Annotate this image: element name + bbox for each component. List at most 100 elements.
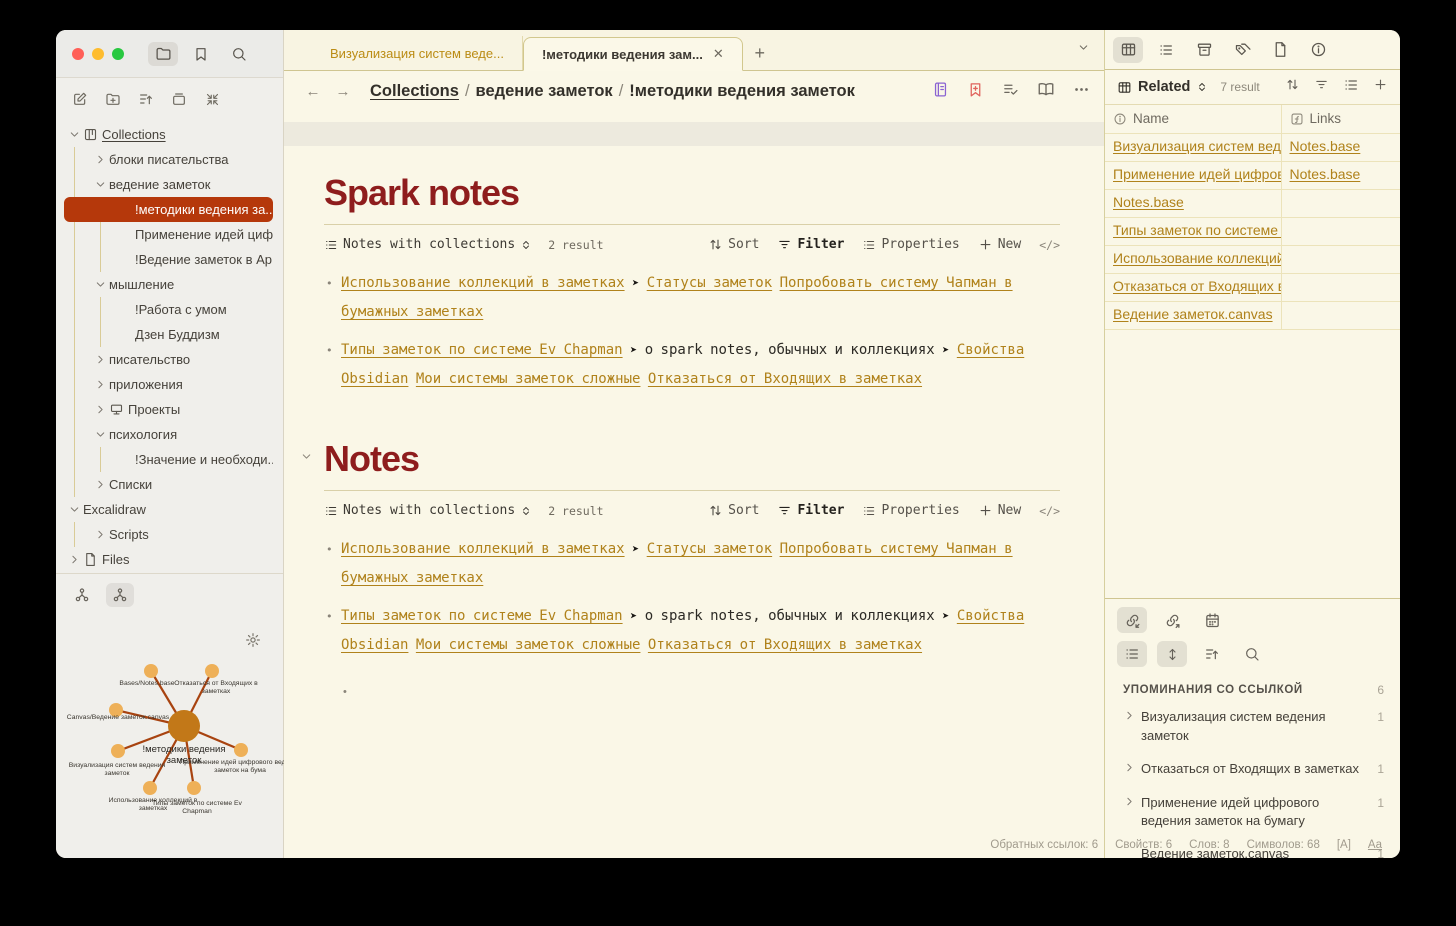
graph-node[interactable] <box>143 781 157 795</box>
tree-chevron[interactable] <box>92 528 109 541</box>
card-layout-button[interactable] <box>167 87 191 111</box>
bookmark-add-button[interactable] <box>967 81 984 103</box>
bookmarks-ribbon-button[interactable] <box>186 42 216 66</box>
more-options-button[interactable] <box>1073 81 1090 103</box>
backlink-chevron[interactable] <box>1123 708 1141 746</box>
tree-item[interactable]: !Значение и необходи... <box>64 447 273 472</box>
graph-node[interactable] <box>144 664 158 678</box>
tree-item[interactable]: Дзен Буддизм <box>64 322 273 347</box>
tree-chevron[interactable] <box>92 378 109 391</box>
tree-chevron[interactable] <box>92 403 109 416</box>
related-filter-button[interactable] <box>1314 77 1329 97</box>
new-folder-button[interactable] <box>101 87 125 111</box>
zoom-window-button[interactable] <box>112 47 124 60</box>
sort-button[interactable]: Sort <box>708 237 759 252</box>
minimize-window-button[interactable] <box>92 47 104 60</box>
tree-item[interactable]: психология <box>64 422 273 447</box>
new-note-button[interactable] <box>68 87 92 111</box>
notebook-button[interactable] <box>932 81 949 103</box>
note-link[interactable]: Использование коллекций в заметках <box>341 541 625 557</box>
note-link[interactable]: Использование коллекций в заметках <box>1113 250 1281 266</box>
tree-item[interactable]: Scripts <box>64 522 273 547</box>
note-link[interactable]: Отказаться от Входящих в заметках <box>648 371 922 387</box>
base-view-tab[interactable] <box>1113 36 1143 63</box>
tags-tab[interactable] <box>1227 37 1257 63</box>
filter-button[interactable]: Filter <box>777 503 844 518</box>
note-link[interactable]: Отказаться от Входящих в заметках <box>648 637 922 653</box>
breadcrumb-folder[interactable]: ведение заметок <box>476 82 613 100</box>
tree-item[interactable]: Применение идей циф... <box>64 222 273 247</box>
tab-methods-active[interactable]: !методики ведения зам... ✕ <box>522 37 743 71</box>
tab-list-chevron-icon[interactable] <box>1077 41 1090 59</box>
backlink-item[interactable]: Визуализация систем ведения заметок 1 <box>1105 701 1400 753</box>
info-tab[interactable] <box>1303 37 1333 63</box>
back-button[interactable]: ← <box>302 83 324 100</box>
query-source-button[interactable]: Notes with collections <box>324 503 532 518</box>
note-link[interactable]: Мои системы заметок сложные <box>416 637 641 653</box>
task-list-button[interactable] <box>1002 81 1019 103</box>
breadcrumb-note[interactable]: !методики ведения заметок <box>629 82 855 100</box>
search-ribbon-button[interactable] <box>224 42 254 66</box>
chevron-updown-icon[interactable] <box>1196 81 1208 93</box>
breadcrumb-root[interactable]: Collections <box>370 82 459 100</box>
note-link[interactable]: Типы заметок по системе Ev Chapman <box>1113 222 1281 238</box>
tree-item[interactable]: мышление <box>64 272 273 297</box>
column-header-name[interactable]: Name <box>1105 105 1281 134</box>
tree-item[interactable]: приложения <box>64 372 273 397</box>
tree-item[interactable]: писательство <box>64 347 273 372</box>
close-window-button[interactable] <box>72 47 84 60</box>
note-link[interactable]: Notes.base <box>1290 166 1361 182</box>
tree-item[interactable]: Списки <box>64 472 273 497</box>
code-view-button[interactable]: </> <box>1039 238 1060 252</box>
archive-tab[interactable] <box>1189 37 1219 63</box>
tree-item[interactable]: !Работа с умом <box>64 297 273 322</box>
tree-item[interactable]: Excalidraw <box>64 497 273 522</box>
backlinks-tab[interactable] <box>1117 607 1147 633</box>
tree-chevron[interactable] <box>66 128 83 141</box>
properties-button[interactable]: Properties <box>862 237 960 252</box>
graph-center-node[interactable] <box>168 710 200 742</box>
note-link[interactable]: Использование коллекций в заметках <box>341 275 625 291</box>
tree-chevron[interactable] <box>92 353 109 366</box>
backlink-chevron[interactable] <box>1123 760 1141 780</box>
backlink-item[interactable]: Отказаться от Входящих в заметках 1 <box>1105 753 1400 787</box>
tree-chevron[interactable] <box>92 278 109 291</box>
tree-item[interactable]: Проекты <box>64 397 273 422</box>
code-view-button[interactable]: </> <box>1039 504 1060 518</box>
note-link[interactable]: Типы заметок по системе Ev Chapman <box>341 342 623 358</box>
tree-chevron[interactable] <box>92 153 109 166</box>
tree-item[interactable]: Collections <box>64 122 273 147</box>
backlinks-expand-button[interactable] <box>1157 641 1187 667</box>
list-view-tab[interactable] <box>1151 37 1181 63</box>
sort-order-button[interactable] <box>134 87 158 111</box>
graph-node[interactable] <box>234 743 248 757</box>
graph-canvas[interactable]: Bases/Notes.base Отказаться от Входящих в… <box>56 614 284 858</box>
tree-item[interactable]: !Ведение заметок в Ар... <box>64 247 273 272</box>
tree-chevron[interactable] <box>92 428 109 441</box>
related-sort-button[interactable] <box>1285 77 1300 97</box>
filter-button[interactable]: Filter <box>777 237 844 252</box>
note-link[interactable]: Визуализация систем ведения заметок <box>1113 138 1281 154</box>
backlink-chevron[interactable] <box>1123 794 1141 832</box>
sort-button[interactable]: Sort <box>708 503 759 518</box>
note-link[interactable]: Типы заметок по системе Ev Chapman <box>341 608 623 624</box>
tree-chevron[interactable] <box>66 553 83 566</box>
related-add-button[interactable] <box>1373 77 1388 97</box>
note-link[interactable]: Применение идей цифрового ведения замето… <box>1113 166 1281 182</box>
file-tab[interactable] <box>1265 37 1295 63</box>
graph-node[interactable] <box>111 744 125 758</box>
calendar-tab[interactable] <box>1197 607 1227 633</box>
note-link[interactable]: Статусы заметок <box>647 275 772 291</box>
collapse-all-button[interactable] <box>200 87 224 111</box>
column-header-links[interactable]: Links <box>1280 105 1400 134</box>
files-ribbon-button[interactable] <box>148 41 178 66</box>
tab-visualization[interactable]: Визуализация систем веде... <box>312 36 523 70</box>
heading-collapse-button[interactable] <box>300 450 313 468</box>
graph-node[interactable] <box>205 664 219 678</box>
forward-button[interactable]: → <box>332 83 354 100</box>
note-link[interactable]: Мои системы заметок сложные <box>416 371 641 387</box>
note-link[interactable]: Отказаться от Входящих в заметках <box>1113 278 1281 294</box>
graph-view-button[interactable] <box>68 583 96 607</box>
linked-mentions-header[interactable]: УПОМИНАНИЯ СО ССЫЛКОЙ 6 <box>1105 667 1400 701</box>
properties-band[interactable] <box>284 122 1104 146</box>
